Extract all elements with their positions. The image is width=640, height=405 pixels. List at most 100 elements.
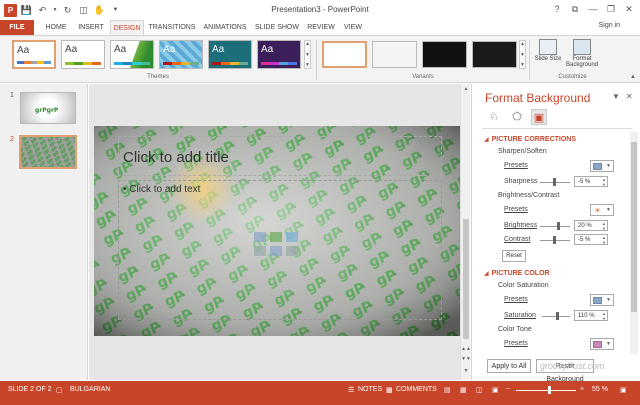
picture-color-heading[interactable]: ◢ PICTURE COLOR xyxy=(484,270,550,277)
tab-view[interactable]: VIEW xyxy=(340,20,366,35)
sun-icon: ☀ xyxy=(593,206,602,215)
tab-file[interactable]: FILE xyxy=(0,20,34,35)
slide-thumbnail-1[interactable]: grPgrP xyxy=(20,92,76,124)
title-placeholder[interactable]: Click to add title xyxy=(118,136,442,176)
theme-ion-boardroom[interactable]: Aa xyxy=(159,40,203,69)
brightness-input[interactable]: 20 % ▲ ▼ xyxy=(574,220,608,231)
picture-corrections-heading[interactable]: ◢ PICTURE CORRECTIONS xyxy=(484,136,576,143)
spin-arrows-icon[interactable]: ▲ ▼ xyxy=(602,177,606,187)
preset-swatch-icon xyxy=(593,297,602,304)
spin-arrows-icon[interactable]: ▲ ▼ xyxy=(602,221,606,231)
theme-sample-text: Aa xyxy=(17,45,30,56)
variant-1[interactable] xyxy=(322,41,367,68)
comments-button[interactable]: COMMENTS xyxy=(396,386,437,393)
pane-scrollbar-thumb[interactable] xyxy=(631,142,637,312)
preset-swatch-icon xyxy=(593,341,602,348)
close-icon[interactable]: ✕ xyxy=(620,3,638,16)
help-icon[interactable]: ? xyxy=(548,3,566,16)
normal-view-icon[interactable]: ▤ xyxy=(444,386,451,394)
saturation-input[interactable]: 110 % ▲ ▼ xyxy=(574,310,608,321)
reading-view-icon[interactable]: ◫ xyxy=(476,386,483,394)
zoom-slider-track[interactable] xyxy=(516,390,576,391)
color-tone-label: Color Tone xyxy=(498,326,532,333)
tab-slide-show[interactable]: SLIDE SHOW xyxy=(254,20,300,35)
theme-facet[interactable]: Aa xyxy=(61,40,105,69)
theme-ion[interactable]: Aa xyxy=(208,40,252,69)
notes-icon[interactable]: ☰ xyxy=(348,386,354,394)
ribbon-display-options-icon[interactable]: ⧉ xyxy=(566,3,584,16)
theme-color-stripe xyxy=(261,62,297,65)
tab-design[interactable]: DESIGN xyxy=(110,20,144,35)
contrast-input[interactable]: -5 % ▲ ▼ xyxy=(574,234,608,245)
sign-in-link[interactable]: Sign in xyxy=(599,22,620,29)
zoom-level[interactable]: 55 % xyxy=(592,386,608,393)
fit-slide-icon[interactable]: ▣ xyxy=(620,386,627,394)
tab-insert[interactable]: INSERT xyxy=(74,20,108,35)
watermark: groovyPost.com xyxy=(540,361,605,371)
reset-corrections-button[interactable]: Reset xyxy=(502,250,526,262)
next-slide-icon[interactable]: ▼▼ xyxy=(461,356,471,362)
slide-size-button[interactable]: Slide Size xyxy=(532,39,564,62)
contrast-label: Contrast xyxy=(504,236,531,243)
variant-2[interactable] xyxy=(372,41,417,68)
body-placeholder[interactable]: • Click to add text xyxy=(118,180,442,320)
spin-arrows-icon[interactable]: ▲ ▼ xyxy=(602,311,606,321)
zoom-out-icon[interactable]: − xyxy=(506,386,510,393)
customize-group-label: Customize xyxy=(558,74,587,80)
saturation-presets-label: Presets xyxy=(504,296,528,303)
tab-transitions[interactable]: TRANSITIONS xyxy=(148,20,196,35)
picture-icon[interactable]: ▣ xyxy=(531,109,547,125)
tone-presets-dropdown[interactable]: ▼ xyxy=(590,338,614,350)
fill-icon[interactable]: ♘ xyxy=(486,109,502,125)
scroll-up-icon[interactable]: ▲ xyxy=(461,86,471,92)
comments-icon[interactable]: ▩ xyxy=(386,386,393,394)
previous-slide-icon[interactable]: ▲▲ xyxy=(461,346,471,352)
minimize-icon[interactable]: — xyxy=(584,3,602,16)
spin-arrows-icon[interactable]: ▲ ▼ xyxy=(602,235,606,245)
tab-animations[interactable]: ANIMATIONS xyxy=(200,20,250,35)
saturation-slider-knob[interactable] xyxy=(556,312,560,320)
maximize-icon[interactable]: ❐ xyxy=(602,3,620,16)
pane-close-icon[interactable]: ✕ xyxy=(626,92,633,101)
svg-text:grPgrP: grPgrP xyxy=(35,107,59,114)
variants-gallery-scroll[interactable]: ▲ ▼ ▼ xyxy=(519,40,526,69)
sharpen-presets-dropdown[interactable]: ▼ xyxy=(590,160,614,172)
brightness-presets-dropdown[interactable]: ☀ ▼ xyxy=(590,204,614,216)
slide-thumbnail-2[interactable]: gP xyxy=(19,135,77,169)
sharpness-slider-knob[interactable] xyxy=(552,178,556,186)
theme-office[interactable]: Aa xyxy=(12,40,56,69)
saturation-presets-dropdown[interactable]: ▼ xyxy=(590,294,614,306)
collapse-ribbon-icon[interactable]: ▲ xyxy=(630,74,636,80)
zoom-slider-knob[interactable] xyxy=(548,386,551,394)
scrollbar-thumb[interactable] xyxy=(463,219,469,339)
pane-options-icon[interactable]: ▼ xyxy=(612,92,620,101)
pane-divider xyxy=(482,128,632,129)
themes-gallery-scroll[interactable]: ▲ ▼ ▼ xyxy=(304,40,311,69)
scroll-down-icon[interactable]: ▼ xyxy=(461,368,471,374)
apply-to-all-button[interactable]: Apply to All xyxy=(487,359,531,373)
notes-button[interactable]: NOTES xyxy=(358,386,382,393)
slide-size-label: Slide Size xyxy=(534,56,562,62)
slideshow-view-icon[interactable]: ▣ xyxy=(492,386,499,394)
brightness-slider-track[interactable] xyxy=(540,226,570,227)
variant-4[interactable] xyxy=(472,41,517,68)
language-status[interactable]: BULGARIAN xyxy=(70,386,110,393)
slide-sorter-icon[interactable]: ▦ xyxy=(460,386,467,394)
slide-canvas[interactable]: gP · Click to add titl xyxy=(94,126,466,336)
spellcheck-icon[interactable]: ▢ xyxy=(56,386,63,394)
zoom-in-icon[interactable]: + xyxy=(580,386,584,393)
tab-home[interactable]: HOME xyxy=(40,20,72,35)
effects-icon[interactable]: ⬠ xyxy=(509,109,525,125)
contrast-slider-knob[interactable] xyxy=(553,236,557,244)
format-background-button[interactable]: Format Background xyxy=(562,39,602,68)
editor-vertical-scrollbar[interactable]: ▲ ▲▲ ▼▼ ▼ xyxy=(460,84,471,380)
pane-vertical-scrollbar[interactable] xyxy=(630,132,638,354)
sharpness-input[interactable]: -5 % ▲ ▼ xyxy=(574,176,608,187)
theme-color-stripe xyxy=(163,62,199,65)
brightness-slider-knob[interactable] xyxy=(557,222,560,230)
variant-3[interactable] xyxy=(422,41,467,68)
tab-review[interactable]: REVIEW xyxy=(304,20,338,35)
theme-integral[interactable]: Aa xyxy=(110,40,154,69)
theme-organic[interactable]: Aa xyxy=(257,40,301,69)
theme-color-stripe xyxy=(212,62,248,65)
